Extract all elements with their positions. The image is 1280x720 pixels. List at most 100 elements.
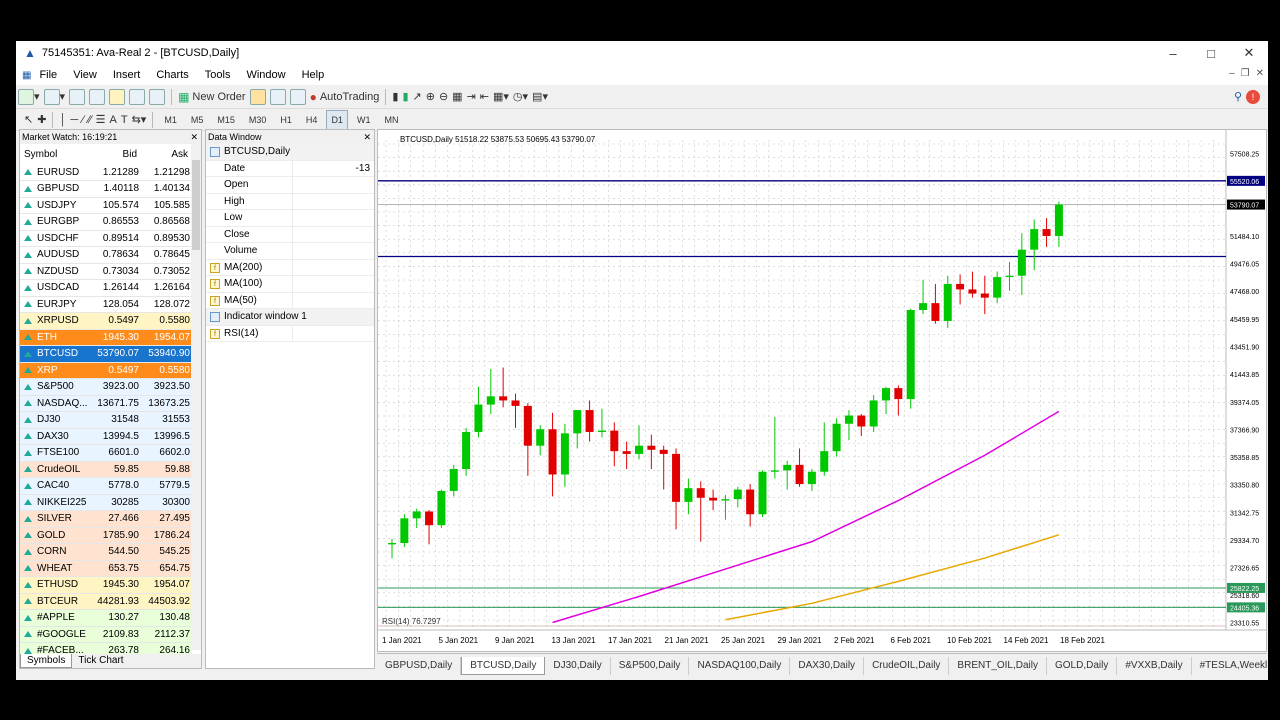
candle-body[interactable] xyxy=(672,453,681,502)
table-row[interactable]: SILVER 27.466 27.495 xyxy=(20,510,192,528)
data-window-icon[interactable] xyxy=(89,87,106,107)
chart-tab[interactable]: GBPUSD,Daily xyxy=(377,656,462,675)
candle-body[interactable] xyxy=(573,410,582,434)
chart-tab[interactable]: #TESLA,Weekl xyxy=(1192,657,1268,675)
chart-area[interactable]: BTCUSD,Daily 51518.22 53875.53 50695.43 … xyxy=(377,129,1267,652)
auto-scroll-icon[interactable]: ⇤ xyxy=(480,87,489,107)
fibonacci-icon[interactable]: ☰ xyxy=(96,110,106,130)
table-row[interactable]: CrudeOIL 59.85 59.88 xyxy=(20,461,192,478)
mdi-restore-button[interactable]: ❐ xyxy=(1241,68,1250,79)
table-row[interactable]: EURUSD 1.21289 1.21298 xyxy=(20,164,192,181)
market-watch-scrollbar[interactable] xyxy=(191,144,201,650)
table-row[interactable]: ETHUSD 1945.30 1954.07 xyxy=(20,576,192,594)
bar-chart-icon[interactable]: ▮ xyxy=(392,87,398,107)
candle-body[interactable] xyxy=(807,471,816,485)
candle-body[interactable] xyxy=(425,511,434,526)
candle-body[interactable] xyxy=(548,429,557,475)
menu-file[interactable]: File xyxy=(31,69,65,81)
chart-tab[interactable]: S&P500,Daily xyxy=(611,656,690,675)
new-chart-icon[interactable]: ▾ xyxy=(18,87,40,107)
candle-body[interactable] xyxy=(1042,229,1051,236)
candle-body[interactable] xyxy=(696,488,705,498)
signals-icon[interactable] xyxy=(269,87,286,107)
candle-body[interactable] xyxy=(709,497,718,501)
table-row[interactable]: ETH 1945.30 1954.07 xyxy=(20,329,192,346)
minimize-button[interactable]: – xyxy=(1154,41,1192,65)
candle-body[interactable] xyxy=(523,405,532,446)
table-row[interactable]: NIKKEI225 30285 30300 xyxy=(20,494,192,511)
table-row[interactable]: XRP 0.5497 0.5580 xyxy=(20,362,192,379)
candle-body[interactable] xyxy=(721,499,730,501)
candle-body[interactable] xyxy=(943,283,952,321)
autotrading-button[interactable]: ● AutoTrading xyxy=(310,87,380,107)
table-row[interactable]: USDCAD 1.26144 1.26164 xyxy=(20,279,192,297)
indicators-icon[interactable]: ▦▾ xyxy=(493,87,509,107)
vertical-line-icon[interactable]: │ xyxy=(59,110,66,130)
search-icon[interactable]: ⚲ xyxy=(1234,87,1242,107)
timeframe-m1[interactable]: M1 xyxy=(159,110,182,130)
text-icon[interactable]: A xyxy=(110,110,117,130)
candle-body[interactable] xyxy=(585,410,594,432)
candle-body[interactable] xyxy=(684,488,693,502)
periods-icon[interactable]: ◷▾ xyxy=(513,87,528,107)
table-row[interactable]: #GOOGLE 2109.83 2112.37 xyxy=(20,626,192,643)
candle-body[interactable] xyxy=(746,489,755,515)
candle-body[interactable] xyxy=(1017,249,1026,276)
table-row[interactable]: NZDUSD 0.73034 0.73052 xyxy=(20,263,192,280)
timeframe-m15[interactable]: M15 xyxy=(212,110,240,130)
table-row[interactable]: GOLD 1785.90 1786.24 xyxy=(20,527,192,544)
candle-body[interactable] xyxy=(511,400,520,406)
channel-icon[interactable]: ∕∕ xyxy=(88,110,92,130)
metaeditor-icon[interactable] xyxy=(249,87,266,107)
candle-body[interactable] xyxy=(882,388,890,401)
tab-symbols[interactable]: Symbols xyxy=(20,654,73,668)
crosshair-icon[interactable]: ✚ xyxy=(37,110,46,130)
mdi-minimize-button[interactable]: – xyxy=(1229,68,1235,79)
table-row[interactable]: CORN 544.50 545.25 xyxy=(20,543,192,561)
table-row[interactable]: #APPLE 130.27 130.48 xyxy=(20,609,192,627)
candle-body[interactable] xyxy=(499,396,508,401)
table-row[interactable]: DAX30 13994.5 13996.5 xyxy=(20,428,192,445)
candle-body[interactable] xyxy=(844,415,853,424)
zoom-in-icon[interactable]: ⊕ xyxy=(426,87,435,107)
templates-icon[interactable]: ▤▾ xyxy=(532,87,548,107)
chart-tab[interactable]: DJ30,Daily xyxy=(545,656,611,675)
notifications-icon[interactable]: ! xyxy=(1246,89,1260,104)
table-row[interactable]: AUDUSD 0.78634 0.78645 xyxy=(20,246,192,264)
candle-body[interactable] xyxy=(733,489,742,500)
candle-body[interactable] xyxy=(758,471,767,515)
candle-body[interactable] xyxy=(1005,275,1014,278)
arrows-icon[interactable]: ⇆▾ xyxy=(132,110,147,130)
maximize-button[interactable]: □ xyxy=(1192,41,1230,65)
menu-view[interactable]: View xyxy=(65,69,105,81)
close-icon[interactable]: ✕ xyxy=(190,130,198,144)
line-chart-icon[interactable]: ↗ xyxy=(413,87,422,107)
timeframe-h1[interactable]: H1 xyxy=(275,110,297,130)
candle-body[interactable] xyxy=(869,400,878,427)
candle-body[interactable] xyxy=(857,415,866,427)
zoom-out-icon[interactable]: ⊖ xyxy=(439,87,448,107)
terminal-icon[interactable] xyxy=(129,87,146,107)
candle-body[interactable] xyxy=(449,468,458,491)
chart-canvas[interactable]: BTCUSD,Daily 51518.22 53875.53 50695.43 … xyxy=(378,130,1266,651)
timeframe-m5[interactable]: M5 xyxy=(186,110,209,130)
mdi-close-button[interactable]: ✕ xyxy=(1256,68,1264,79)
close-button[interactable]: ✕ xyxy=(1230,41,1268,65)
table-row[interactable]: BTCEUR 44281.93 44503.92 xyxy=(20,593,192,610)
new-order-button[interactable]: ▦ New Order xyxy=(178,87,246,107)
table-row[interactable]: S&P500 3923.00 3923.50 xyxy=(20,378,192,396)
horizontal-line-icon[interactable]: ─ xyxy=(70,110,78,130)
candle-body[interactable] xyxy=(536,429,545,446)
chart-tab[interactable]: #VXXB,Daily xyxy=(1117,656,1192,675)
chart-tab[interactable]: DAX30,Daily xyxy=(790,656,865,675)
close-icon[interactable]: ✕ xyxy=(363,130,371,144)
candle-body[interactable] xyxy=(993,277,1002,298)
table-row[interactable]: WHEAT 653.75 654.75 xyxy=(20,560,192,577)
chart-tab[interactable]: BTCUSD,Daily xyxy=(461,656,546,675)
timeframe-m30[interactable]: M30 xyxy=(244,110,272,130)
candle-body[interactable] xyxy=(412,511,421,519)
timeframe-w1[interactable]: W1 xyxy=(352,110,376,130)
candle-body[interactable] xyxy=(820,451,829,472)
candle-body[interactable] xyxy=(956,283,965,290)
candle-body[interactable] xyxy=(980,293,989,298)
